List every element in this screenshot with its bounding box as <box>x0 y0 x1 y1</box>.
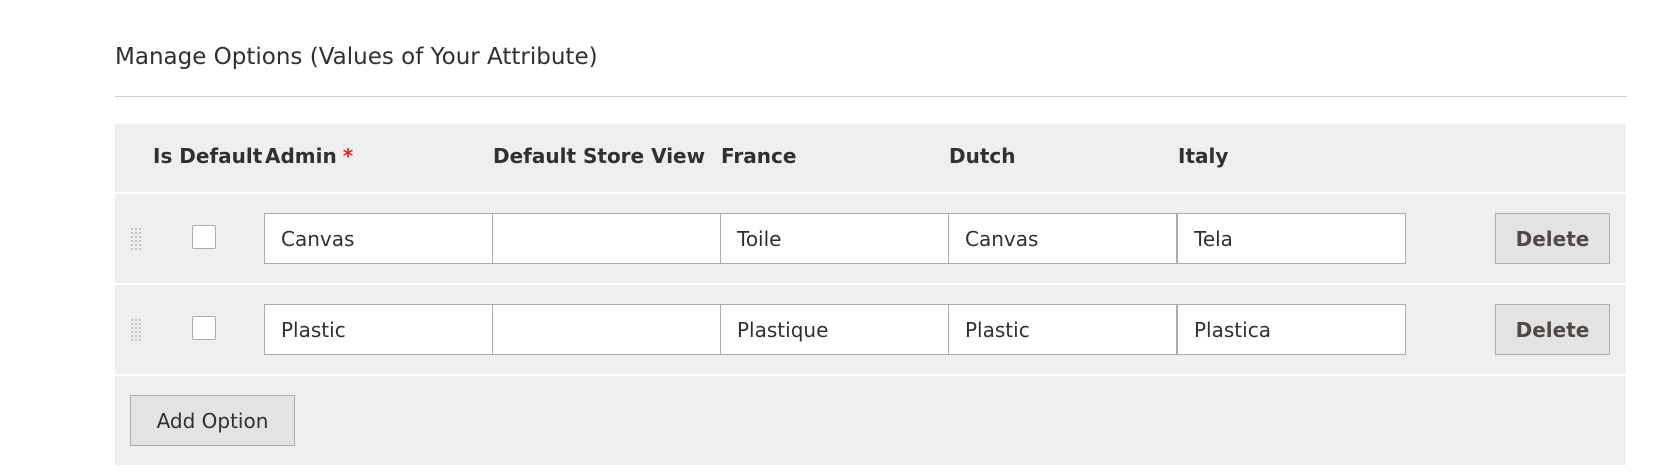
section-title: Manage Options (Values of Your Attribute… <box>115 44 598 70</box>
admin-input[interactable] <box>264 304 493 355</box>
drag-handle-icon[interactable] <box>130 319 144 341</box>
table-footer: Add Option <box>115 376 1626 465</box>
title-divider <box>115 96 1627 97</box>
admin-input[interactable] <box>264 213 493 264</box>
drag-handle-icon[interactable] <box>130 228 144 250</box>
is-default-checkbox[interactable] <box>192 225 216 249</box>
option-row: Delete <box>115 194 1626 283</box>
header-admin: Admin * <box>265 144 353 168</box>
options-table: Is Default Admin * Default Store View Fra… <box>115 124 1626 465</box>
default-store-view-input[interactable] <box>492 213 721 264</box>
table-header: Is Default Admin * Default Store View Fra… <box>115 124 1626 192</box>
dutch-input[interactable] <box>948 213 1177 264</box>
add-option-button[interactable]: Add Option <box>130 395 295 446</box>
option-row: Delete <box>115 285 1626 374</box>
italy-input[interactable] <box>1177 213 1406 264</box>
default-store-view-input[interactable] <box>492 304 721 355</box>
italy-input[interactable] <box>1177 304 1406 355</box>
dutch-input[interactable] <box>948 304 1177 355</box>
header-admin-label: Admin <box>265 144 337 168</box>
is-default-checkbox[interactable] <box>192 316 216 340</box>
delete-button[interactable]: Delete <box>1495 304 1610 355</box>
header-default-store-view: Default Store View <box>493 144 706 168</box>
delete-button[interactable]: Delete <box>1495 213 1610 264</box>
header-italy: Italy <box>1178 144 1229 168</box>
france-input[interactable] <box>720 213 949 264</box>
header-is-default: Is Default <box>153 144 263 168</box>
header-dutch: Dutch <box>949 144 1016 168</box>
required-asterisk: * <box>342 144 354 168</box>
header-france: France <box>721 144 797 168</box>
france-input[interactable] <box>720 304 949 355</box>
